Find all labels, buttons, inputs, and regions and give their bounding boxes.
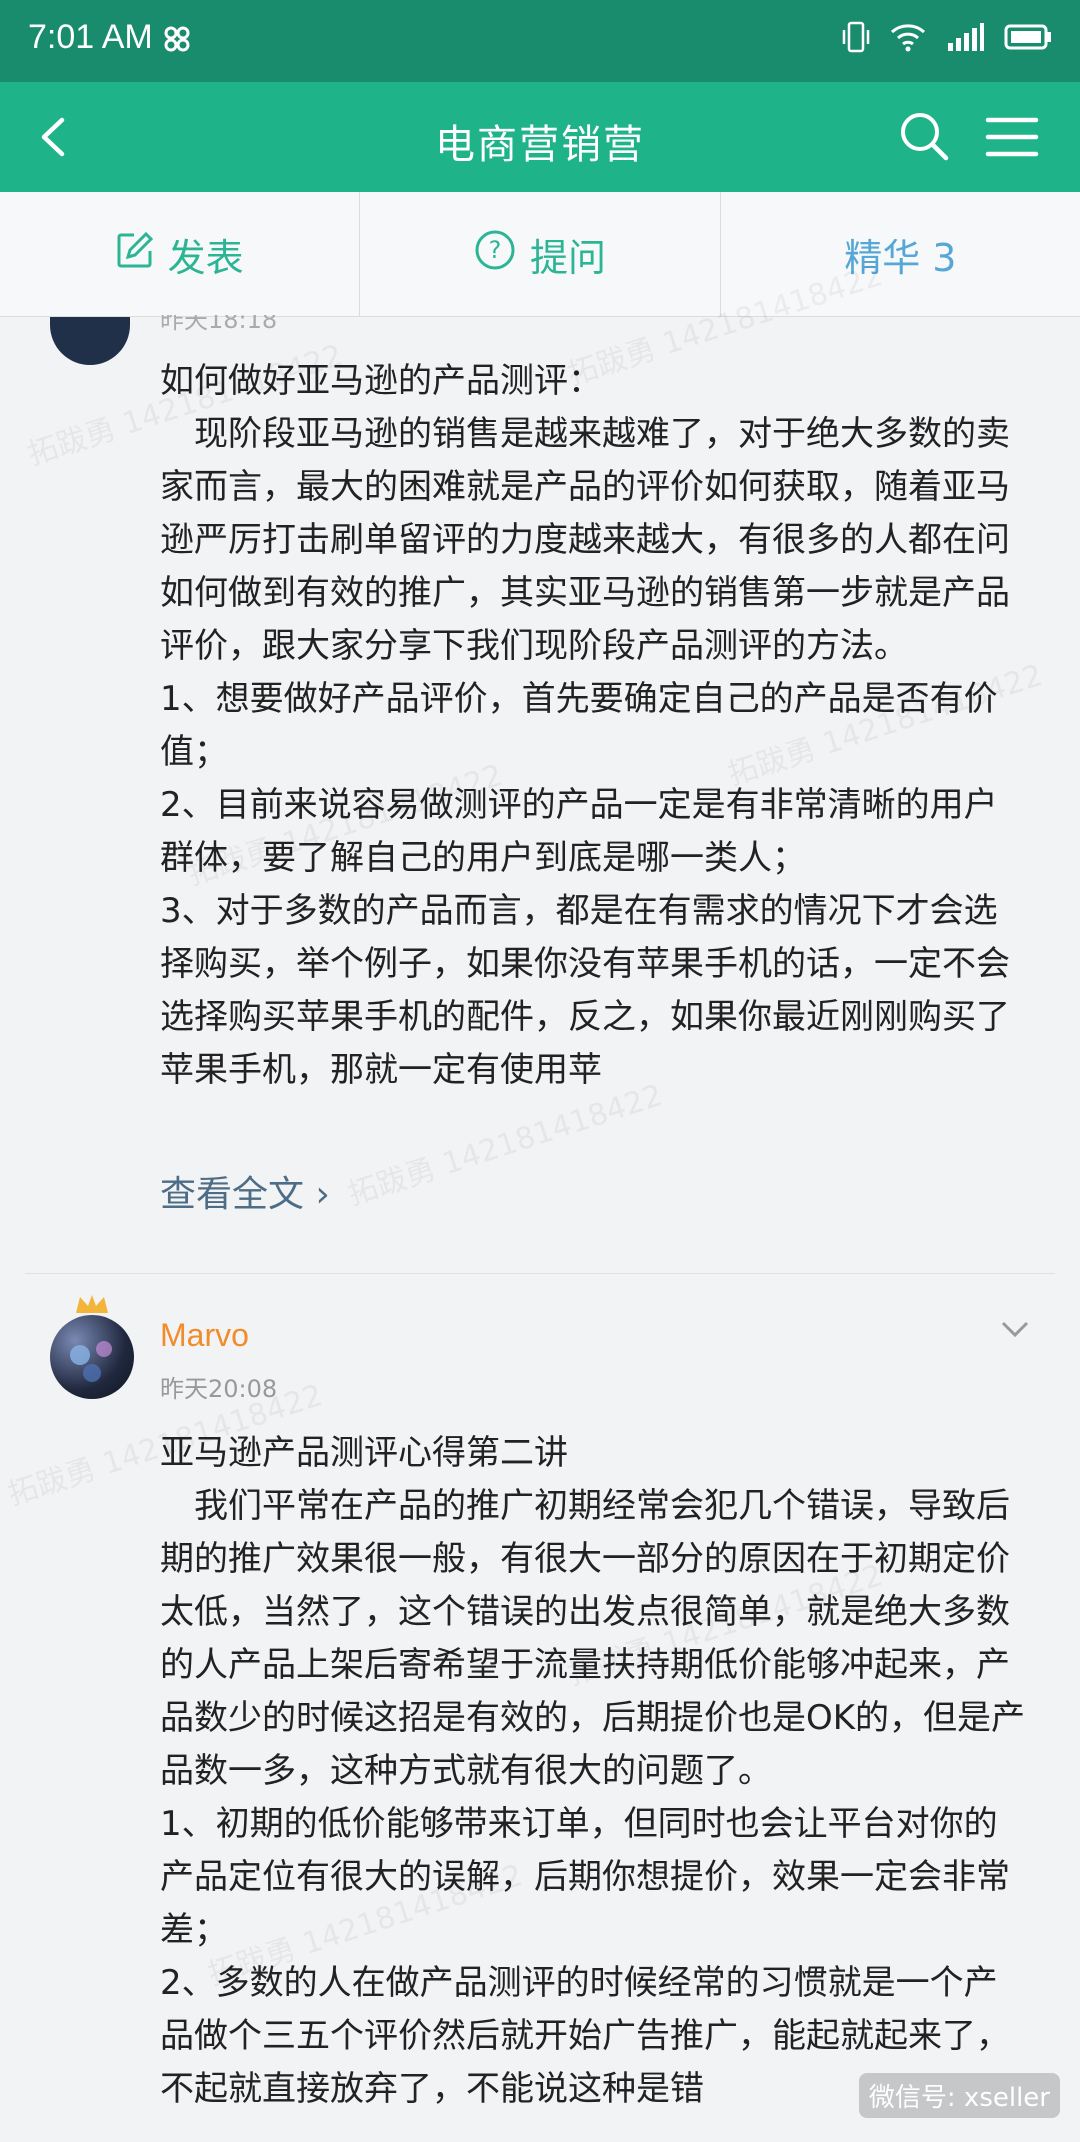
battery-icon — [1004, 23, 1052, 55]
status-bar: 7:01 AM — [0, 0, 1080, 82]
signal-icon — [946, 23, 984, 55]
menu-icon[interactable] — [984, 112, 1040, 162]
read-more-link[interactable]: 查看全文 › — [160, 1165, 330, 1217]
wechat-id-badge: 微信号: xseller — [858, 2073, 1060, 2118]
post-body: 亚马逊产品测评心得第二讲 我们平常在产品的推广初期经常会犯几个错误，导致后期的推… — [160, 1427, 1030, 2116]
tab-post-label: 发表 — [167, 235, 244, 280]
divider — [25, 1273, 1055, 1274]
wifi-icon — [890, 22, 926, 56]
post-time: 昨天20:08 — [160, 1375, 278, 1403]
edit-icon — [116, 231, 154, 278]
post-paragraph: 我们平常在产品的推广初期经常会犯几个错误，导致后期的推广效果很一般，有很大一部分… — [160, 1486, 1026, 1791]
avatar[interactable] — [50, 317, 130, 365]
notification-icon — [162, 24, 192, 58]
tab-featured-label: 精华 3 — [844, 235, 957, 280]
avatar[interactable] — [50, 1315, 134, 1399]
svg-text:?: ? — [489, 236, 502, 264]
chevron-down-icon[interactable] — [1000, 1319, 1030, 1343]
post-paragraph: 2、目前来说容易做测评的产品一定是有非常清晰的用户群体，要了解自己的用户到底是哪… — [160, 785, 998, 878]
post-paragraph: 3、对于多数的产品而言，都是在有需求的情况下才会选择购买，举个例子，如果你没有苹… — [160, 891, 1010, 1090]
nav-bar: 电商营销营 — [0, 82, 1080, 192]
search-icon[interactable] — [898, 110, 950, 162]
tab-ask-label: 提问 — [529, 235, 606, 280]
post-title: 如何做好亚马逊的产品测评： — [160, 361, 602, 401]
question-icon: ? — [474, 229, 516, 280]
post-time: 昨天18:18 — [160, 315, 278, 334]
username[interactable]: Marvo — [160, 1317, 249, 1354]
post-body: 如何做好亚马逊的产品测评： 现阶段亚马逊的销售是越来越难了，对于绝大多数的卖家而… — [160, 355, 1030, 1097]
post-paragraph: 1、想要做好产品评价，首先要确定自己的产品是否有价值； — [160, 679, 998, 772]
tab-featured[interactable]: 精华 3 — [719, 192, 1080, 316]
post-paragraph: 1、初期的低价能够带来订单，但同时也会让平台对你的产品定位有很大的误解，后期你想… — [160, 1804, 1010, 1950]
post-paragraph: 现阶段亚马逊的销售是越来越难了，对于绝大多数的卖家而言，最大的困难就是产品的评价… — [160, 414, 1010, 666]
vibrate-icon — [842, 20, 870, 58]
tab-ask[interactable]: ? 提问 — [359, 192, 719, 316]
status-time: 7:01 AM — [28, 18, 153, 56]
tab-post[interactable]: 发表 — [0, 192, 359, 316]
post-title: 亚马逊产品测评心得第二讲 — [160, 1433, 568, 1473]
action-tabs: 发表 ? 提问 精华 3 — [0, 192, 1080, 317]
